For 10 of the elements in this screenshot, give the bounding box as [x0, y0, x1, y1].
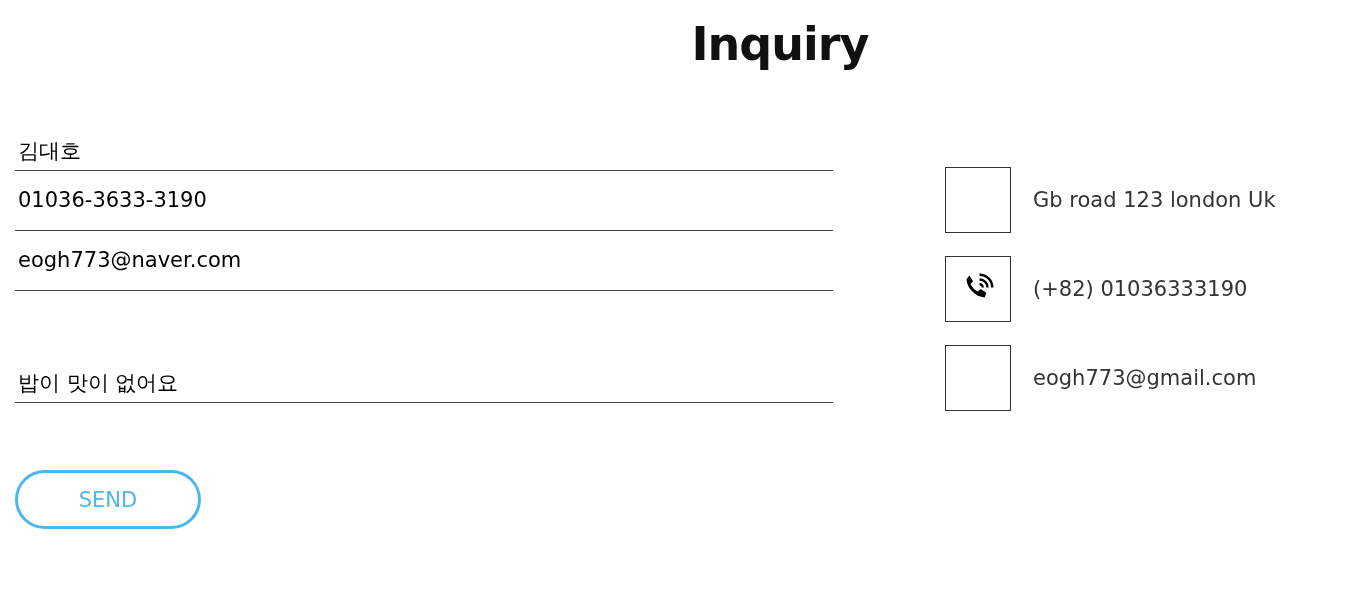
icon-box	[945, 345, 1011, 411]
contact-text: (+82) 01036333190	[1033, 277, 1248, 301]
input-field[interactable]: eogh773@naver.com	[15, 232, 833, 291]
input-field[interactable]: 김대호	[15, 134, 833, 171]
message-field[interactable]: 밥이 맛이 없어요	[15, 345, 833, 403]
contact-text: eogh773@gmail.com	[1033, 366, 1257, 390]
input-field[interactable]: 01036-3633-3190	[15, 172, 833, 231]
page-title: Inquiry	[690, 16, 870, 73]
icon-box	[945, 167, 1011, 233]
contact-text: Gb road 123 london Uk	[1033, 188, 1276, 212]
